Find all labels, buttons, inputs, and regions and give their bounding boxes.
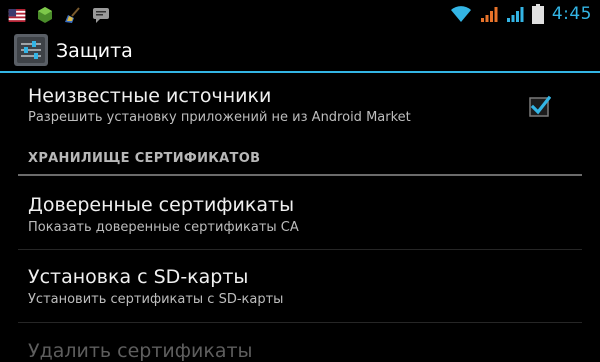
message-icon [93,8,109,23]
clear-certificates-item: Удалить сертификаты [0,322,600,362]
clear-certificates-title: Удалить сертификаты [28,340,253,362]
settings-sliders-icon[interactable] [14,34,48,66]
battery-icon [531,4,544,24]
clock: 4:45 [551,4,592,24]
status-bar: 4:45 [0,0,600,30]
install-from-sd-item[interactable]: Установка с SD-карты Установить сертифик… [0,249,600,321]
unknown-sources-checkbox[interactable] [529,95,551,117]
android-icon [38,7,52,23]
certificate-storage-header: ХРАНИЛИЩЕ СЕРТИФИКАТОВ [28,151,261,166]
system-icons: 4:45 [450,4,592,24]
trusted-certificates-title: Доверенные сертификаты [28,194,295,216]
signal-icon [506,7,524,22]
notification-icons [8,6,110,24]
unknown-sources-summary: Разрешить установку приложений не из And… [28,110,411,125]
install-from-sd-title: Установка с SD-карты [28,266,249,288]
signal-icon [480,7,498,22]
trusted-certificates-summary: Показать доверенные сертификаты CA [28,220,299,235]
wifi-icon [450,6,471,22]
broom-icon [65,7,80,23]
usa-flag-icon [8,8,26,22]
install-from-sd-summary: Установить сертификаты с SD-карты [28,292,284,307]
action-bar: Защита [0,30,600,71]
unknown-sources-item[interactable]: Неизвестные источники Разрешить установк… [0,73,600,139]
trusted-certificates-item[interactable]: Доверенные сертификаты Показать доверенн… [0,176,600,248]
unknown-sources-title: Неизвестные источники [28,85,272,107]
page-title: Защита [56,40,133,62]
